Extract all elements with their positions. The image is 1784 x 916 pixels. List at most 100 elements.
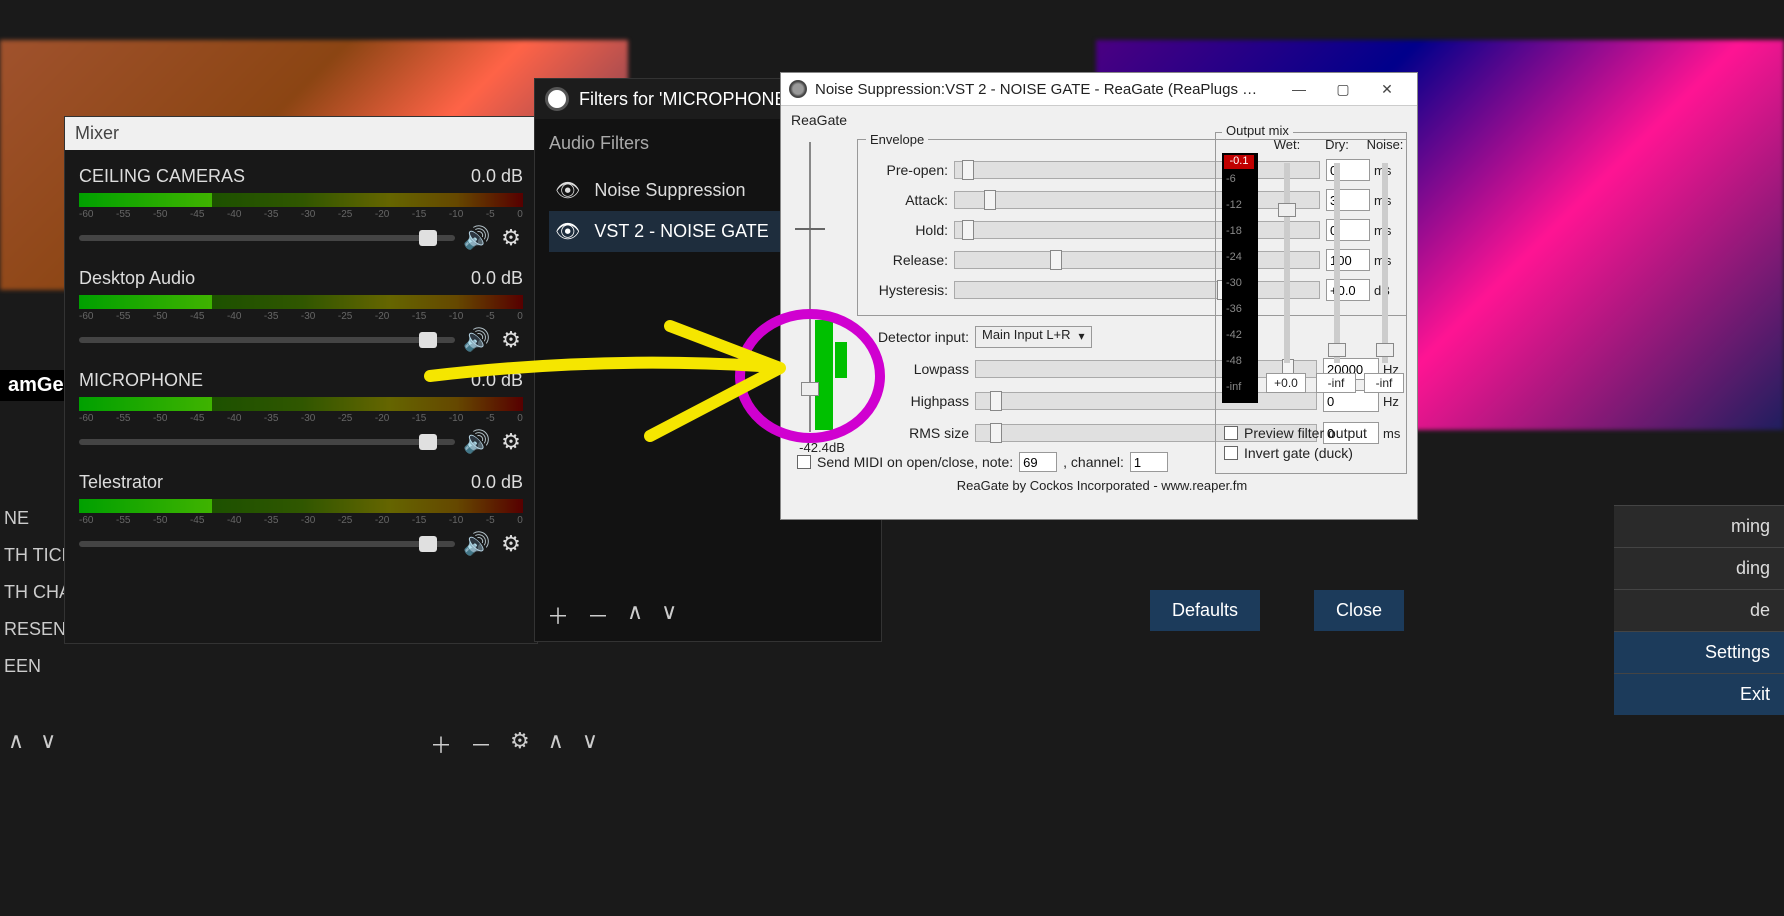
midi-note-input[interactable] — [1019, 452, 1057, 472]
db-tick: -12 — [1226, 199, 1242, 211]
channel-name: CEILING CAMERAS — [79, 166, 245, 187]
mixer-panel: Mixer CEILING CAMERAS0.0 dB -60-55-50-45… — [64, 116, 538, 644]
filter-label: Noise Suppression — [594, 180, 745, 201]
channel-level: 0.0 dB — [471, 472, 523, 493]
invert-checkbox[interactable] — [1224, 446, 1238, 460]
mixer-channel: MICROPHONE0.0 dB -60-55-50-45-40-35-30-2… — [65, 362, 537, 464]
remove-filter-icon[interactable]: － — [587, 599, 609, 631]
move-down-icon[interactable]: ∨ — [582, 728, 598, 760]
mixer-title: Mixer — [65, 117, 537, 150]
preview-checkbox[interactable] — [1224, 426, 1238, 440]
threshold-thumb[interactable] — [801, 382, 819, 396]
wet-value[interactable]: +0.0 — [1266, 373, 1306, 393]
remove-source-icon[interactable]: － — [470, 728, 492, 760]
move-up-icon[interactable]: ∧ — [8, 728, 24, 754]
volume-slider[interactable] — [79, 541, 455, 547]
db-tick: -36 — [1226, 303, 1242, 315]
settings-button[interactable]: Settings — [1614, 631, 1784, 673]
mute-icon[interactable]: 🔊 — [465, 328, 489, 352]
volume-slider[interactable] — [79, 235, 455, 241]
detector-rms-label: RMS size — [857, 425, 969, 441]
obs-button[interactable]: ding — [1614, 547, 1784, 589]
wet-slider[interactable] — [1284, 163, 1290, 363]
output-mix-group: Output mix -0.1 -6-12-18-24-30-36-42-48-… — [1215, 132, 1407, 474]
source-item[interactable]: TH CHAT — [0, 574, 66, 611]
db-tick: -24 — [1226, 251, 1242, 263]
exit-button[interactable]: Exit — [1614, 673, 1784, 715]
close-button[interactable]: Close — [1314, 590, 1404, 631]
move-down-icon[interactable]: ∨ — [40, 728, 56, 754]
mute-icon[interactable]: 🔊 — [465, 532, 489, 556]
db-tick: -18 — [1226, 225, 1242, 237]
noise-value[interactable]: -inf — [1364, 373, 1404, 393]
preview-label: Preview filter output — [1244, 425, 1367, 441]
wet-label: Wet: — [1264, 137, 1310, 152]
channel-settings-icon[interactable]: ⚙ — [499, 328, 523, 352]
filters-title: Filters for 'MICROPHONE' — [579, 89, 790, 110]
mixer-channel: Desktop Audio0.0 dB -60-55-50-45-40-35-3… — [65, 260, 537, 362]
filter-label: VST 2 - NOISE GATE — [594, 221, 768, 242]
maximize-icon[interactable]: ▢ — [1321, 77, 1365, 101]
output-db-meter: -0.1 -6-12-18-24-30-36-42-48-inf — [1222, 153, 1258, 403]
channel-settings-icon[interactable]: ⚙ — [499, 226, 523, 250]
channel-level: 0.0 dB — [471, 370, 523, 391]
move-up-icon[interactable]: ∧ — [627, 599, 643, 631]
detector-input-select[interactable]: Main Input L+R — [975, 326, 1092, 348]
reagate-window: Noise Suppression:VST 2 - NOISE GATE - R… — [780, 72, 1418, 520]
defaults-button[interactable]: Defaults — [1150, 590, 1260, 631]
channel-name: MICROPHONE — [79, 370, 203, 391]
channel-level: 0.0 dB — [471, 268, 523, 289]
channel-settings-icon[interactable]: ⚙ — [499, 430, 523, 454]
source-item[interactable]: NE — [0, 500, 66, 537]
visibility-icon[interactable]: 👁 — [555, 219, 580, 244]
obs-button[interactable]: de — [1614, 589, 1784, 631]
mute-icon[interactable]: 🔊 — [465, 226, 489, 250]
level-meter — [79, 397, 523, 411]
move-up-icon[interactable]: ∧ — [548, 728, 564, 760]
minimize-icon[interactable]: — — [1277, 77, 1321, 101]
reagate-subtitle: ReaGate — [791, 112, 1407, 128]
source-item[interactable]: EEN — [0, 648, 66, 685]
noise-slider[interactable] — [1382, 163, 1388, 363]
channel-name: Desktop Audio — [79, 268, 195, 289]
envelope-hold-label: Hold: — [866, 222, 948, 238]
move-down-icon[interactable]: ∨ — [661, 599, 677, 631]
invert-label: Invert gate (duck) — [1244, 445, 1353, 461]
mute-icon[interactable]: 🔊 — [465, 430, 489, 454]
volume-slider[interactable] — [79, 439, 455, 445]
reagate-titlebar[interactable]: Noise Suppression:VST 2 - NOISE GATE - R… — [781, 73, 1417, 106]
obs-button[interactable]: ming — [1614, 505, 1784, 547]
reagate-credit: ReaGate by Cockos Incorporated - www.rea… — [797, 478, 1407, 493]
wet-column: Wet: +0.0 — [1264, 137, 1310, 152]
source-item[interactable]: RESENTA — [0, 611, 66, 648]
db-tick: -30 — [1226, 277, 1242, 289]
source-item[interactable]: TH TICKE — [0, 537, 66, 574]
noise-column: Noise: -inf — [1362, 137, 1408, 152]
midi-channel-input[interactable] — [1130, 452, 1168, 472]
close-icon[interactable]: ✕ — [1365, 77, 1409, 101]
noise-label: Noise: — [1362, 137, 1408, 152]
threshold-slider[interactable]: -42.4 dB — [791, 142, 837, 462]
mixer-channel: CEILING CAMERAS0.0 dB -60-55-50-45-40-35… — [65, 158, 537, 260]
obs-logo-icon — [545, 87, 569, 111]
db-tick: -6 — [1226, 173, 1236, 185]
dry-slider[interactable] — [1334, 163, 1340, 363]
reagate-title: Noise Suppression:VST 2 - NOISE GATE - R… — [815, 81, 1277, 98]
mixer-channel: Telestrator0.0 dB -60-55-50-45-40-35-30-… — [65, 464, 537, 566]
output-peak-led: -0.1 — [1224, 155, 1254, 169]
channel-settings-icon[interactable]: ⚙ — [499, 532, 523, 556]
add-filter-icon[interactable]: ＋ — [547, 599, 569, 631]
dry-value[interactable]: -inf — [1316, 373, 1356, 393]
visibility-icon[interactable]: 👁 — [555, 178, 580, 203]
level-meter — [79, 295, 523, 309]
channel-level: 0.0 dB — [471, 166, 523, 187]
midi-channel-label: , channel: — [1063, 454, 1124, 470]
db-tick: -inf — [1226, 381, 1241, 393]
add-source-icon[interactable]: ＋ — [430, 728, 452, 760]
output-mix-legend: Output mix — [1222, 123, 1293, 138]
level-meter — [79, 499, 523, 513]
detector-highpass-label: Highpass — [857, 393, 969, 409]
detector-input-label: Detector input: — [857, 329, 969, 345]
source-settings-icon[interactable]: ⚙ — [510, 728, 530, 760]
volume-slider[interactable] — [79, 337, 455, 343]
